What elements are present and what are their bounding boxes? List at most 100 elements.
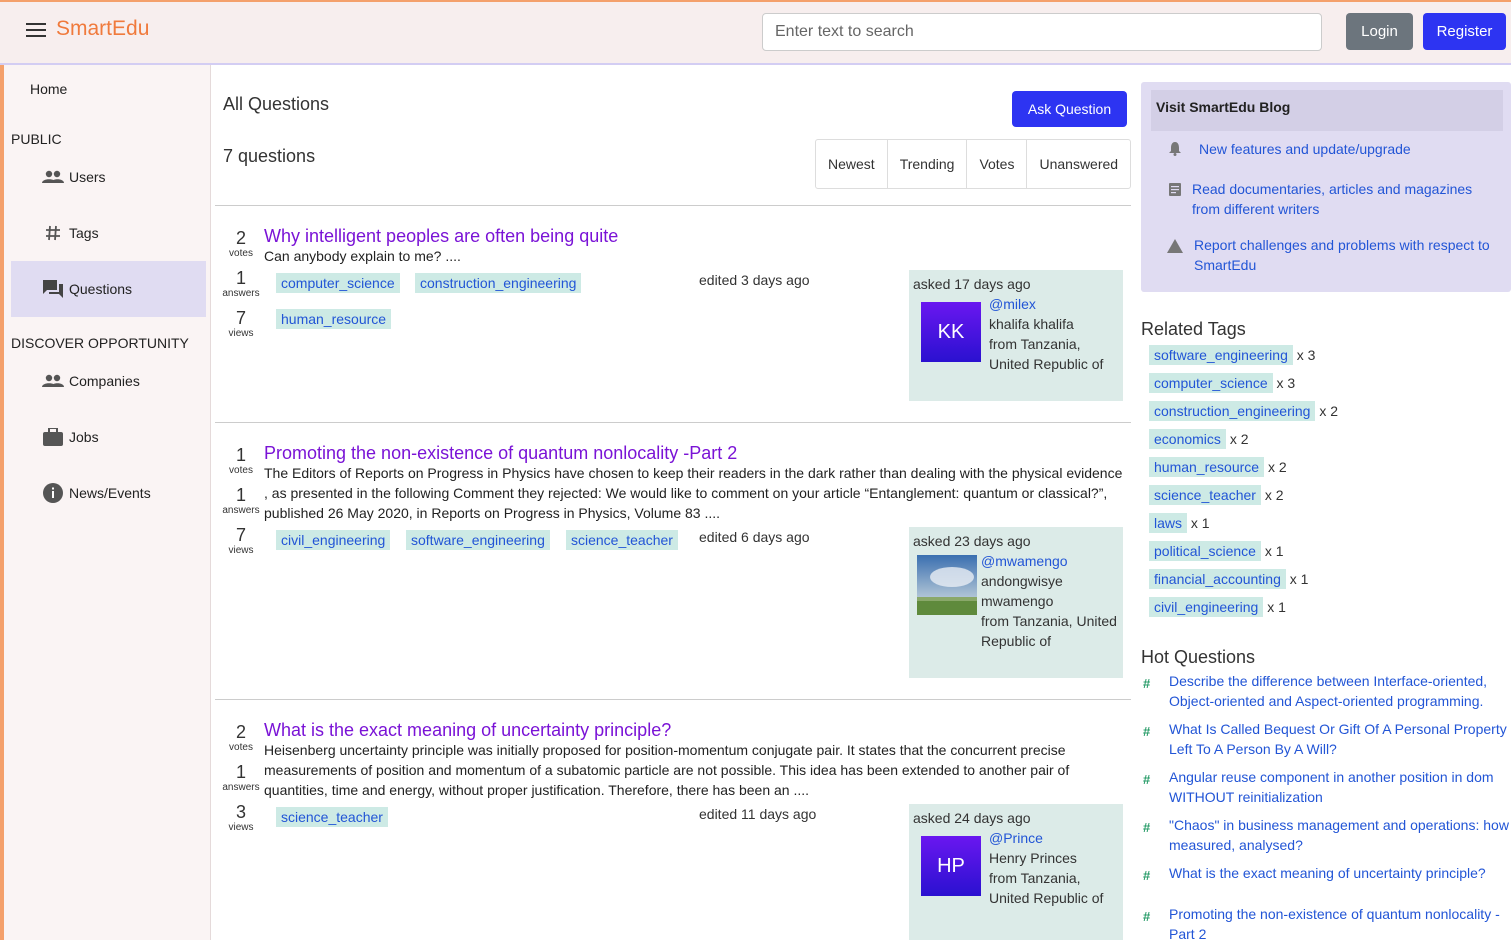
edited-time: edited 11 days ago xyxy=(699,806,817,822)
tag-chip[interactable]: civil_engineering xyxy=(276,530,391,550)
avatar[interactable]: KK xyxy=(921,302,981,362)
tag-count: x 3 xyxy=(1296,347,1316,363)
hot-question-link[interactable]: Angular reuse component in another posit… xyxy=(1169,767,1511,807)
related-tag-item: construction_engineering x 2 xyxy=(1149,401,1339,421)
hot-question-link[interactable]: "Chaos" in business management and opera… xyxy=(1169,815,1511,855)
sidebar-item-tags[interactable]: Tags xyxy=(11,205,206,261)
vote-count: 2 votes xyxy=(229,228,253,259)
tag-chip[interactable]: computer_science xyxy=(276,273,400,293)
brand-logo[interactable]: SmartEdu xyxy=(56,17,149,41)
sidebar-section-discover: DISCOVER OPPORTUNITY xyxy=(11,335,189,351)
tag-count: x 1 xyxy=(1289,571,1309,587)
sidebar-item-companies[interactable]: Companies xyxy=(11,353,206,409)
user-location: from Tanzania, United Republic of xyxy=(989,870,1104,906)
question-title-link[interactable]: Promoting the non-existence of quantum n… xyxy=(264,443,737,464)
sidebar-item-jobs[interactable]: Jobs xyxy=(11,409,206,465)
divider xyxy=(215,205,1131,206)
edited-time: edited 6 days ago xyxy=(699,529,810,545)
sidebar-item-home[interactable]: Home xyxy=(30,81,67,97)
tag-chip[interactable]: science_teacher xyxy=(276,807,388,827)
hot-question-link[interactable]: Promoting the non-existence of quantum n… xyxy=(1169,904,1511,940)
divider xyxy=(215,699,1131,700)
answer-count: 1 answers xyxy=(222,268,260,299)
vote-count: 1 votes xyxy=(229,445,253,476)
view-count: 3 views xyxy=(228,802,254,833)
hash-icon: # xyxy=(1143,676,1151,691)
tag-chip[interactable]: software_engineering xyxy=(406,530,550,550)
blog-panel-title: Visit SmartEdu Blog xyxy=(1151,90,1503,131)
sidebar-item-label: Users xyxy=(69,169,106,185)
register-button[interactable]: Register xyxy=(1423,13,1506,50)
related-tag-item: human_resource x 2 xyxy=(1149,457,1287,477)
user-handle-link[interactable]: @mwamengo xyxy=(981,551,1068,571)
hot-question-link[interactable]: Describe the difference between Interfac… xyxy=(1169,671,1511,711)
tag-chip[interactable]: computer_science xyxy=(1149,373,1273,393)
sidebar-item-label: Companies xyxy=(69,373,140,389)
tag-chip[interactable]: laws xyxy=(1149,513,1188,533)
blog-link[interactable]: Report challenges and problems with resp… xyxy=(1194,235,1494,275)
avatar[interactable] xyxy=(917,555,977,615)
user-handle-link[interactable]: @Prince xyxy=(989,828,1043,848)
sidebar-item-users[interactable]: Users xyxy=(11,149,206,205)
user-name: andongwisye mwamengo xyxy=(981,573,1063,609)
user-card: asked 23 days ago @mwamengo andongwisye … xyxy=(909,527,1123,678)
user-location: from Tanzania, United Republic of xyxy=(989,336,1104,372)
hot-questions-title: Hot Questions xyxy=(1141,647,1256,667)
question-excerpt: Heisenberg uncertainty principle was ini… xyxy=(264,742,1070,798)
tag-chip[interactable]: software_engineering xyxy=(1149,345,1293,365)
user-card: asked 17 days ago KK @milex khalifa khal… xyxy=(909,270,1123,401)
sidebar: Home PUBLIC Users Tags Questions DISCOVE… xyxy=(0,65,211,940)
tag-chip[interactable]: economics xyxy=(1149,429,1226,449)
question-count: 7 questions xyxy=(223,146,316,166)
warning-icon xyxy=(1167,239,1183,256)
sidebar-item-news[interactable]: News/Events xyxy=(11,465,206,521)
hash-icon: # xyxy=(1143,909,1151,924)
user-card: asked 24 days ago HP @Prince Henry Princ… xyxy=(909,804,1123,940)
question-title-link[interactable]: Why intelligent peoples are often being … xyxy=(264,226,618,247)
filter-votes[interactable]: Votes xyxy=(967,140,1028,188)
blog-link[interactable]: New features and update/upgrade xyxy=(1199,139,1489,159)
related-tag-item: civil_engineering x 1 xyxy=(1149,597,1286,617)
filter-newest[interactable]: Newest xyxy=(816,140,888,188)
tag-count: x 2 xyxy=(1319,403,1339,419)
tag-chip[interactable]: science_teacher xyxy=(566,530,678,550)
tag-chip[interactable]: science_teacher xyxy=(1149,485,1261,505)
bell-icon xyxy=(1169,142,1181,159)
tag-chip[interactable]: civil_engineering xyxy=(1149,597,1264,617)
related-tag-item: political_science x 1 xyxy=(1149,541,1284,561)
avatar[interactable]: HP xyxy=(921,836,981,896)
forum-icon xyxy=(41,279,65,299)
question-excerpt: The Editors of Reports on Progress in Ph… xyxy=(264,465,1123,521)
hot-question-link[interactable]: What Is Called Bequest Or Gift Of A Pers… xyxy=(1169,719,1511,759)
tag-chip[interactable]: human_resource xyxy=(276,309,392,329)
tag-chip[interactable]: political_science xyxy=(1149,541,1261,561)
question-excerpt: Can anybody explain to me? .... xyxy=(264,248,461,264)
filter-trending[interactable]: Trending xyxy=(888,140,968,188)
tag-count: x 2 xyxy=(1229,431,1249,447)
user-name: khalifa khalifa xyxy=(989,316,1074,332)
tag-chip[interactable]: financial_accounting xyxy=(1149,569,1286,589)
login-button[interactable]: Login xyxy=(1346,13,1413,50)
filter-unanswered[interactable]: Unanswered xyxy=(1027,140,1130,188)
edited-time: edited 3 days ago xyxy=(699,272,810,288)
sidebar-section-public: PUBLIC xyxy=(11,131,62,147)
ask-question-button[interactable]: Ask Question xyxy=(1012,91,1127,127)
hamburger-menu-icon[interactable] xyxy=(26,23,46,37)
user-handle-link[interactable]: @milex xyxy=(989,294,1036,314)
hot-question-link[interactable]: What is the exact meaning of uncertainty… xyxy=(1169,863,1511,883)
tag-count: x 1 xyxy=(1264,543,1284,559)
hash-icon xyxy=(41,223,65,243)
tag-chip[interactable]: construction_engineering xyxy=(1149,401,1316,421)
asked-time: asked 23 days ago xyxy=(913,533,1031,549)
blog-link[interactable]: Read documentaries, articles and magazin… xyxy=(1192,179,1492,219)
sidebar-item-questions[interactable]: Questions xyxy=(11,261,206,317)
tag-chip[interactable]: human_resource xyxy=(1149,457,1265,477)
search-input[interactable] xyxy=(762,13,1322,51)
asked-time: asked 24 days ago xyxy=(913,810,1031,826)
info-icon xyxy=(41,483,65,503)
tag-chip[interactable]: construction_engineering xyxy=(415,273,582,293)
question-title-link[interactable]: What is the exact meaning of uncertainty… xyxy=(264,720,671,741)
answer-count: 1 answers xyxy=(222,485,260,516)
related-tag-item: laws x 1 xyxy=(1149,513,1210,533)
top-navbar: SmartEdu Login Register xyxy=(0,0,1511,65)
